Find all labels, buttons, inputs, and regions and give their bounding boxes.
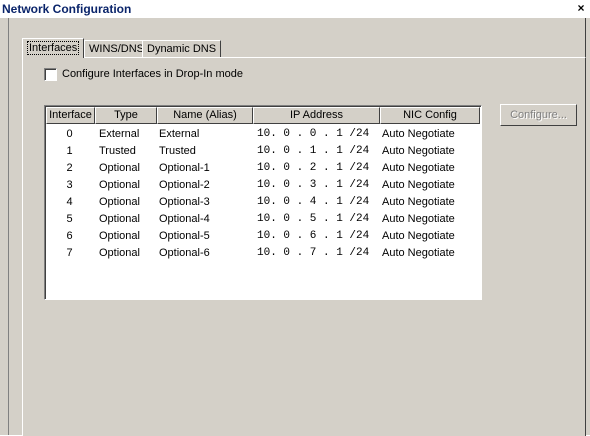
cell-name: Optional-4	[159, 213, 210, 225]
title-bar[interactable]: Network Configuration ×	[0, 0, 590, 18]
cell-type: Optional	[99, 162, 140, 174]
cell-interface: 2	[66, 162, 73, 174]
cell-nic: Auto Negotiate	[382, 145, 455, 157]
cell-nic: Auto Negotiate	[382, 230, 455, 242]
cell-ip: 10. 0 . 6 . 1 /24	[257, 230, 370, 242]
cell-ip: 10. 0 . 2 . 1 /24	[257, 162, 370, 174]
cell-interface: 4	[66, 196, 73, 208]
column-header-ip-address[interactable]: IP Address	[253, 107, 380, 124]
table-row[interactable]: 3 Optional Optional-2 10. 0 . 3 . 1 /24 Auto…	[46, 177, 480, 193]
dropin-label: Configure Interfaces in Drop-In mode	[62, 68, 243, 80]
cell-name: Optional-5	[159, 230, 210, 242]
table-row[interactable]: 6 Optional Optional-5 10. 0 . 6 . 1 /24 Auto…	[46, 228, 480, 244]
cell-name: Optional-1	[159, 162, 210, 174]
window-left-edge	[0, 18, 9, 435]
close-icon[interactable]: ×	[574, 2, 588, 15]
cell-ip: 10. 0 . 5 . 1 /24	[257, 213, 370, 225]
cell-type: Optional	[99, 230, 140, 242]
configure-button[interactable]: Configure...	[500, 104, 577, 126]
cell-type: Optional	[99, 196, 140, 208]
cell-interface: 6	[66, 230, 73, 242]
cell-interface: 3	[66, 179, 73, 191]
window-title: Network Configuration	[2, 2, 132, 16]
table-row[interactable]: 7 Optional Optional-6 10. 0 . 7 . 1 /24 Auto…	[46, 245, 480, 261]
table-row[interactable]: 0 External External 10. 0 . 0 . 1 /24 Auto N…	[46, 126, 480, 142]
cell-nic: Auto Negotiate	[382, 128, 455, 140]
network-configuration-window: Network Configuration × Interfaces WINS/…	[0, 0, 590, 436]
dropin-checkbox[interactable]	[44, 68, 57, 81]
cell-ip: 10. 0 . 7 . 1 /24	[257, 247, 370, 259]
cell-nic: Auto Negotiate	[382, 196, 455, 208]
column-header-nic-config[interactable]: NIC Config	[380, 107, 480, 124]
cell-name: Optional-2	[159, 179, 210, 191]
cell-name: Optional-6	[159, 247, 210, 259]
cell-interface: 7	[66, 247, 73, 259]
column-header-interface[interactable]: Interface	[46, 107, 95, 124]
cell-nic: Auto Negotiate	[382, 179, 455, 191]
cell-interface: 0	[66, 128, 73, 140]
table-row[interactable]: 5 Optional Optional-4 10. 0 . 5 . 1 /24 Auto…	[46, 211, 480, 227]
cell-name: Optional-3	[159, 196, 210, 208]
cell-ip: 10. 0 . 1 . 1 /24	[257, 145, 370, 157]
cell-type: Optional	[99, 247, 140, 259]
cell-nic: Auto Negotiate	[382, 162, 455, 174]
tab-dynamic-dns-label: Dynamic DNS	[147, 43, 217, 55]
tab-wins-dns-label: WINS/DNS	[89, 43, 144, 55]
cell-type: Optional	[99, 213, 140, 225]
cell-ip: 10. 0 . 4 . 1 /24	[257, 196, 370, 208]
tab-interfaces[interactable]: Interfaces	[22, 38, 85, 58]
cell-ip: 10. 0 . 0 . 1 /24	[257, 128, 370, 140]
column-header-name[interactable]: Name (Alias)	[157, 107, 253, 124]
table-row[interactable]: 4 Optional Optional-3 10. 0 . 4 . 1 /24 Auto…	[46, 194, 480, 210]
cell-type: External	[99, 128, 140, 140]
cell-type: Trusted	[99, 145, 136, 157]
cell-interface: 1	[66, 145, 73, 157]
cell-name: Trusted	[159, 145, 196, 157]
cell-nic: Auto Negotiate	[382, 213, 455, 225]
cell-nic: Auto Negotiate	[382, 247, 455, 259]
cell-ip: 10. 0 . 3 . 1 /24	[257, 179, 370, 191]
tab-interfaces-label: Interfaces	[27, 41, 80, 55]
table-header: Interface Type Name (Alias) IP Address N…	[46, 107, 480, 124]
column-header-type[interactable]: Type	[95, 107, 157, 124]
cell-interface: 5	[66, 213, 73, 225]
tab-wins-dns[interactable]: WINS/DNS	[84, 40, 149, 57]
table-row[interactable]: 2 Optional Optional-1 10. 0 . 2 . 1 /24 Auto…	[46, 160, 480, 176]
interfaces-table[interactable]: Interface Type Name (Alias) IP Address N…	[44, 105, 482, 300]
table-row[interactable]: 1 Trusted Trusted 10. 0 . 1 . 1 /24 Auto Neg…	[46, 143, 480, 159]
cell-type: Optional	[99, 179, 140, 191]
tab-dynamic-dns[interactable]: Dynamic DNS	[142, 40, 222, 57]
cell-name: External	[159, 128, 200, 140]
